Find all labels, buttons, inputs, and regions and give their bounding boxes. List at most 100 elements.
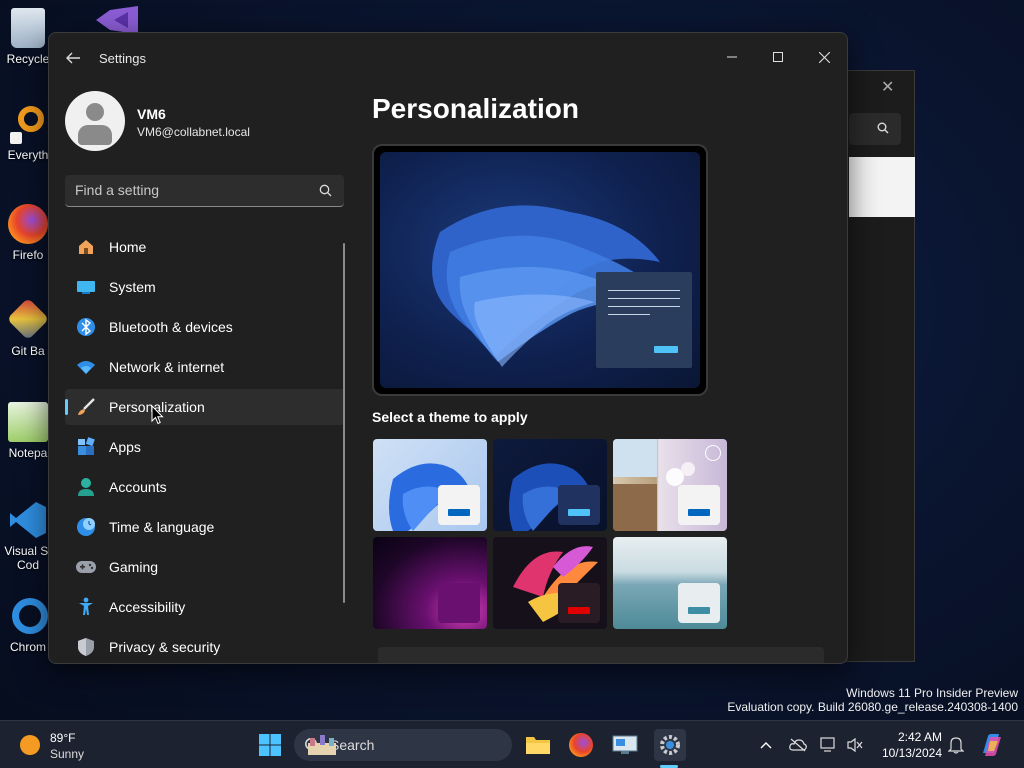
nav-label: Accounts xyxy=(109,479,167,495)
nav-item-apps[interactable]: Apps xyxy=(65,429,345,465)
windows-logo-icon xyxy=(259,734,281,756)
search-icon[interactable] xyxy=(319,184,332,197)
chevron-up-icon xyxy=(760,742,772,749)
taskbar-search[interactable]: Search xyxy=(294,729,512,761)
onedrive-tray-button[interactable] xyxy=(782,729,814,761)
nav-item-time-language[interactable]: Time & language xyxy=(65,509,345,545)
nav-item-accounts[interactable]: Accounts xyxy=(65,469,345,505)
weather-temp: 89°F xyxy=(50,731,76,745)
nav-label: Accessibility xyxy=(109,599,186,615)
firefox-icon xyxy=(569,733,593,757)
taskbar-clock[interactable]: 2:42 AM 10/13/2024 xyxy=(872,729,942,761)
wifi-icon xyxy=(75,356,97,378)
nav-item-network[interactable]: Network & internet xyxy=(65,349,345,385)
maximize-icon xyxy=(773,52,783,62)
folder-icon xyxy=(526,737,550,754)
settings-taskbar-button[interactable] xyxy=(654,729,686,761)
theme-chip xyxy=(438,583,480,623)
theme-tile-windows-light[interactable] xyxy=(373,439,487,531)
minimize-button[interactable] xyxy=(709,41,755,73)
preview-window-sample xyxy=(596,272,692,368)
home-icon xyxy=(75,236,97,258)
nav-scrollbar[interactable] xyxy=(343,243,345,603)
bell-icon xyxy=(948,737,964,754)
nav-item-system[interactable]: System xyxy=(65,269,345,305)
mouse-cursor-icon xyxy=(151,405,164,425)
vscode-icon xyxy=(8,500,48,540)
background-window-search[interactable] xyxy=(849,113,901,145)
watermark-line-2: Evaluation copy. Build 26080.ge_release.… xyxy=(727,700,1018,714)
watermark-line-1: Windows 11 Pro Insider Preview xyxy=(846,686,1018,700)
theme-tile-flow[interactable] xyxy=(613,537,727,629)
theme-chip xyxy=(438,485,480,525)
start-button[interactable] xyxy=(254,729,286,761)
nav-item-bluetooth[interactable]: Bluetooth & devices xyxy=(65,309,345,345)
volume-tray-button[interactable] xyxy=(839,729,871,761)
nav-label: Home xyxy=(109,239,147,255)
recycle-bin-icon xyxy=(11,8,45,48)
cloud-offline-icon xyxy=(789,738,807,752)
theme-grid xyxy=(373,439,729,629)
chrome-icon xyxy=(8,596,48,636)
remote-desktop-button[interactable] xyxy=(609,729,641,761)
close-icon xyxy=(818,51,830,63)
nav-item-personalization[interactable]: Personalization xyxy=(65,389,345,425)
remote-desktop-icon xyxy=(612,735,638,754)
theme-preview xyxy=(372,144,708,396)
theme-tile-windows-spotlight[interactable] xyxy=(613,439,727,531)
theme-tile-windows-dark[interactable] xyxy=(493,439,607,531)
apps-icon xyxy=(75,436,97,458)
nav-label: Network & internet xyxy=(109,359,225,375)
taskbar: 89°F Sunny Search 2:42 AM 10/13/2024 xyxy=(0,720,1024,768)
monitor-icon xyxy=(75,276,97,298)
theme-chip xyxy=(558,485,600,525)
avatar xyxy=(65,91,125,151)
theme-tile-glow[interactable] xyxy=(373,537,487,629)
git-bash-icon xyxy=(6,297,50,341)
nav-item-home[interactable]: Home xyxy=(65,229,345,265)
evaluation-watermark: Windows 11 Pro Insider Preview Evaluatio… xyxy=(727,686,1018,714)
file-explorer-button[interactable] xyxy=(522,729,554,761)
nav-label: Gaming xyxy=(109,559,159,575)
theme-chip xyxy=(558,583,600,623)
app-title: Settings xyxy=(99,51,146,66)
search-icon xyxy=(877,122,889,134)
search-highlight-castle-icon xyxy=(308,735,336,755)
nav-label: Bluetooth & devices xyxy=(109,319,233,335)
maximize-button[interactable] xyxy=(755,41,801,73)
back-arrow-icon[interactable] xyxy=(63,49,83,67)
title-bar[interactable]: Settings xyxy=(49,33,847,81)
clock-date: 10/13/2024 xyxy=(881,746,942,760)
firefox-icon xyxy=(8,204,48,244)
search-input[interactable] xyxy=(65,175,305,205)
settings-nav: Home System Bluetooth & devices Network … xyxy=(65,229,345,663)
visual-studio-icon[interactable] xyxy=(92,6,142,34)
close-button[interactable] xyxy=(801,41,847,73)
sun-icon xyxy=(20,735,40,755)
globe-clock-icon xyxy=(75,516,97,538)
nav-item-gaming[interactable]: Gaming xyxy=(65,549,345,585)
copilot-button[interactable] xyxy=(976,729,1008,761)
theme-chip xyxy=(678,583,720,623)
weather-condition: Sunny xyxy=(50,747,85,761)
nav-item-accessibility[interactable]: Accessibility xyxy=(65,589,345,625)
gear-icon xyxy=(660,735,680,755)
theme-chip xyxy=(678,485,720,525)
everything-search-icon xyxy=(8,104,48,144)
notifications-button[interactable] xyxy=(940,729,972,761)
background-window-content xyxy=(849,157,915,217)
theme-tile-captured-motion[interactable] xyxy=(493,537,607,629)
nav-label: Privacy & security xyxy=(109,639,221,655)
background-window-close-icon[interactable]: ✕ xyxy=(881,77,894,97)
nav-label: Apps xyxy=(109,439,141,455)
speaker-muted-icon xyxy=(847,737,863,753)
firefox-taskbar-button[interactable] xyxy=(565,729,597,761)
tray-overflow-button[interactable] xyxy=(750,729,782,761)
find-setting-box[interactable] xyxy=(65,175,344,207)
user-email: VM6@collabnet.local xyxy=(137,125,250,139)
nav-item-privacy-security[interactable]: Privacy & security xyxy=(65,629,345,663)
themes-section-label: Select a theme to apply xyxy=(372,409,528,425)
copilot-icon xyxy=(983,734,1001,756)
page-title: Personalization xyxy=(372,93,579,124)
settings-card-partial[interactable] xyxy=(378,647,824,663)
